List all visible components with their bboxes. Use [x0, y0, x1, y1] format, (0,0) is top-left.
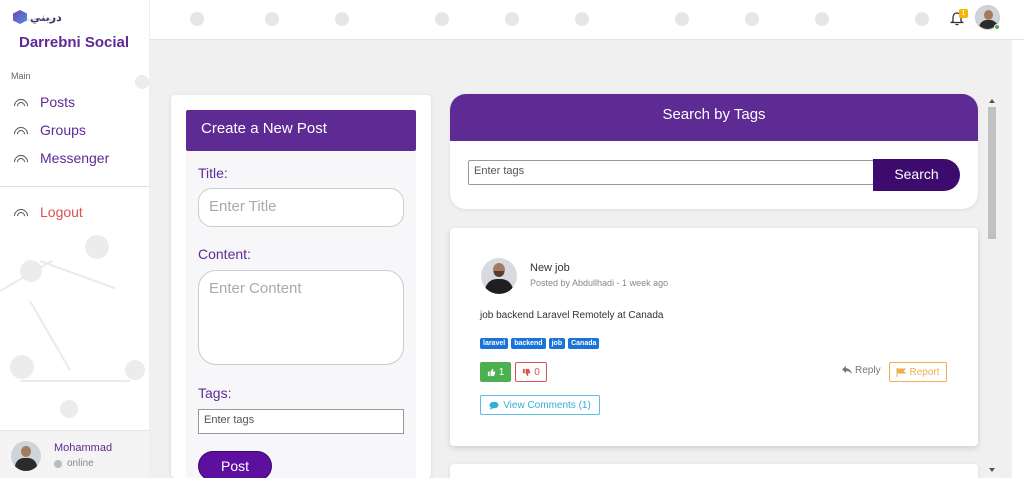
- top-bar: 1: [0, 0, 1024, 40]
- decor-dot: [190, 12, 204, 26]
- decor-dot: [675, 12, 689, 26]
- decor-dot: [915, 12, 929, 26]
- post-title[interactable]: New job: [530, 262, 570, 274]
- user-panel[interactable]: Mohammad online: [0, 430, 149, 478]
- sidebar-item-groups[interactable]: Groups: [14, 120, 86, 140]
- post-button[interactable]: Post: [198, 451, 272, 478]
- decor-dot: [60, 400, 78, 418]
- section-label: Main: [11, 71, 31, 81]
- decor-line: [29, 300, 71, 371]
- report-button[interactable]: Report: [889, 362, 947, 382]
- thumbs-up-icon: [487, 368, 496, 376]
- sidebar: دربني DARREBNI Darrebni Social Main Post…: [0, 0, 150, 478]
- create-post-header: Create a New Post: [186, 110, 416, 151]
- dislike-count: 0: [534, 366, 540, 378]
- view-comments-button[interactable]: View Comments (1): [480, 395, 600, 415]
- create-post-card: Create a New Post Title: Enter Title Con…: [171, 95, 431, 478]
- like-count: 1: [498, 366, 505, 378]
- user-status: online: [54, 458, 94, 469]
- user-avatar: [11, 441, 41, 471]
- dislike-button[interactable]: 0: [515, 362, 547, 382]
- post-meta: Posted by Abdullhadi - 1 week ago: [530, 278, 669, 288]
- tags-label: Tags:: [198, 385, 232, 401]
- tag-badge[interactable]: job: [548, 338, 566, 349]
- flag-icon: [896, 367, 907, 377]
- comments-icon: [489, 401, 499, 410]
- decor-dot: [85, 235, 109, 259]
- decor-dot: [335, 12, 349, 26]
- search-input[interactable]: Enter tags: [468, 160, 874, 185]
- scroll-down-icon[interactable]: [989, 468, 995, 472]
- content-textarea[interactable]: Enter Content: [198, 270, 404, 365]
- brand-title: Darrebni Social: [19, 34, 130, 51]
- sidebar-item-label: Posts: [40, 94, 76, 110]
- author-avatar[interactable]: [481, 258, 517, 294]
- decor-dot: [265, 12, 279, 26]
- decor-dot: [135, 75, 149, 89]
- decor-dot: [435, 12, 449, 26]
- status-dot: [54, 459, 62, 468]
- scroll-up-icon[interactable]: [989, 99, 995, 103]
- sidebar-item-messenger[interactable]: Messenger: [14, 148, 109, 168]
- thumbs-down-icon: [523, 368, 531, 376]
- logo-icon: [13, 10, 27, 24]
- decor-line: [39, 260, 116, 290]
- post-card: New job Posted by Abdullhadi - 1 week ag…: [450, 228, 978, 446]
- logout-link[interactable]: Logout: [14, 202, 83, 222]
- logout-label: Logout: [40, 204, 83, 220]
- page-edge: [1012, 40, 1024, 478]
- wifi-icon: [14, 97, 28, 107]
- notification-badge: 1: [959, 9, 968, 18]
- scrollbar[interactable]: [986, 95, 998, 478]
- decor-dot: [815, 12, 829, 26]
- tag-list: laravel backend job Canada: [480, 338, 600, 349]
- reply-button[interactable]: Reply: [842, 365, 881, 376]
- title-input[interactable]: Enter Title: [198, 188, 404, 227]
- title-label: Title:: [198, 165, 228, 181]
- reply-label: Reply: [855, 365, 881, 376]
- search-header: Search by Tags: [450, 94, 978, 141]
- user-name: Mohammad: [54, 442, 113, 454]
- decor-dot: [575, 12, 589, 26]
- reply-icon: [842, 366, 852, 374]
- search-button[interactable]: Search: [873, 159, 960, 191]
- sidebar-item-label: Messenger: [40, 150, 110, 166]
- post-body: job backend Laravel Remotely at Canada: [480, 310, 664, 321]
- create-post-form: Title: Enter Title Content: Enter Conten…: [186, 151, 416, 478]
- sidebar-divider: [0, 186, 149, 187]
- logo-subtext: DARREBNI: [26, 17, 55, 22]
- content-label: Content:: [198, 246, 251, 262]
- online-indicator: [994, 24, 1000, 30]
- wifi-icon: [14, 207, 28, 217]
- search-card: Search by Tags Enter tags Search: [450, 94, 978, 209]
- sidebar-item-posts[interactable]: Posts: [14, 92, 75, 112]
- report-label: Report: [909, 366, 940, 378]
- post-card-next: [450, 464, 978, 478]
- scroll-thumb[interactable]: [988, 107, 996, 239]
- tag-badge[interactable]: laravel: [480, 338, 509, 349]
- decor-dot: [125, 360, 145, 380]
- tag-badge[interactable]: backend: [511, 338, 546, 349]
- tag-badge[interactable]: Canada: [568, 338, 600, 349]
- wifi-icon: [14, 153, 28, 163]
- decor-dot: [505, 12, 519, 26]
- like-button[interactable]: 1: [480, 362, 511, 382]
- wifi-icon: [14, 125, 28, 135]
- decor-line: [20, 380, 130, 382]
- decor-dot: [10, 355, 34, 379]
- decor-dot: [745, 12, 759, 26]
- tags-input[interactable]: Enter tags: [198, 409, 404, 434]
- status-text: online: [67, 458, 94, 469]
- sidebar-item-label: Groups: [40, 122, 86, 138]
- comments-label: View Comments (1): [503, 399, 591, 411]
